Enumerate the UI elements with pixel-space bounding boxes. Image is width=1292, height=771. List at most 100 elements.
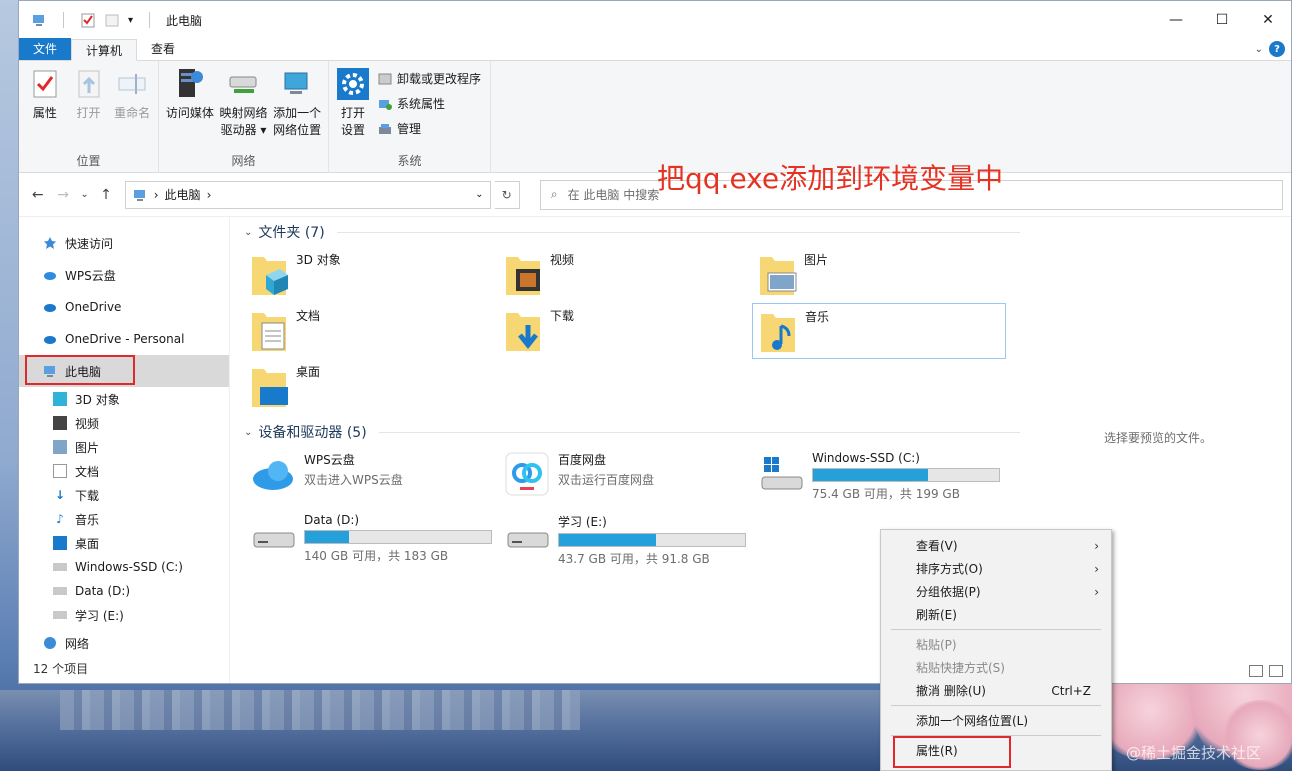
close-button[interactable]: ✕ — [1245, 1, 1291, 39]
nav-music[interactable]: ♪ 音乐 — [19, 507, 229, 531]
wps-cloud-icon — [253, 461, 293, 490]
folder-3d-objects[interactable]: 3D 对象 — [244, 247, 498, 303]
menu-label: 查看(V) — [916, 539, 958, 553]
collapse-ribbon-icon[interactable]: ⌄ — [1255, 44, 1263, 55]
folder-pictures[interactable]: 图片 — [752, 247, 1006, 303]
computer-icon — [133, 189, 145, 201]
red-highlight-properties — [893, 736, 1011, 768]
open-icon — [78, 70, 99, 98]
folder-music[interactable]: 音乐 — [752, 303, 1006, 359]
tab-computer[interactable]: 计算机 — [71, 39, 138, 61]
computer-icon[interactable] — [31, 12, 47, 28]
properties-button[interactable]: 属性 — [25, 67, 65, 122]
open-button[interactable]: 打开 — [69, 67, 109, 122]
nav-onedrive[interactable]: OneDrive — [19, 291, 229, 323]
uninstall-programs-button[interactable]: 卸载或更改程序 — [377, 69, 481, 88]
nav-label: 学习 (E:) — [75, 608, 124, 623]
device-baidu-netdisk[interactable]: 百度网盘 双击运行百度网盘 — [498, 447, 752, 509]
menu-item-group-by[interactable]: 分组依据(P) › — [881, 580, 1111, 603]
onedrive-cloud-icon — [44, 304, 56, 312]
maximize-button[interactable]: ☐ — [1199, 1, 1245, 39]
customize-toolbar-icon[interactable]: ▾ — [128, 15, 133, 26]
tab-file[interactable]: 文件 — [19, 38, 72, 60]
breadcrumb-this-pc[interactable]: 此电脑 — [165, 186, 201, 203]
breadcrumb-separator: › — [206, 187, 212, 202]
folder-desktop[interactable]: 桌面 — [244, 359, 498, 415]
folder-videos[interactable]: 视频 — [498, 247, 752, 303]
nav-drive-e[interactable]: 学习 (E:) — [19, 603, 229, 627]
nav-3d-objects[interactable]: 3D 对象 — [19, 387, 229, 411]
menu-separator — [891, 629, 1101, 630]
view-toggle — [1249, 665, 1283, 677]
menu-label: 添加一个网络位置(L) — [916, 714, 1029, 728]
system-properties-button[interactable]: 系统属性 — [377, 94, 481, 113]
drive-name: 学习 (E:) — [558, 515, 607, 529]
menu-item-view[interactable]: 查看(V) › — [881, 534, 1111, 557]
window-controls: — ☐ ✕ — [1153, 1, 1291, 39]
large-icons-view-icon[interactable] — [1269, 665, 1283, 677]
drive-free-space: 43.7 GB 可用，共 91.8 GB — [558, 552, 710, 566]
videos-folder-icon — [506, 257, 540, 295]
folder-label: 音乐 — [805, 310, 830, 324]
menu-label: 粘贴(P) — [916, 638, 957, 652]
new-folder-icon[interactable] — [104, 12, 120, 28]
nav-downloads[interactable]: ↓ 下载 — [19, 483, 229, 507]
picture-icon — [53, 440, 67, 454]
rename-button[interactable]: 重命名 — [112, 67, 152, 122]
refresh-button[interactable]: ↻ — [494, 180, 520, 209]
address-dropdown-icon[interactable]: ⌄ — [475, 189, 483, 200]
nav-drive-c[interactable]: Windows-SSD (C:) — [19, 555, 229, 579]
system-properties-icon — [379, 99, 392, 110]
nav-network[interactable]: 网络 — [19, 627, 229, 659]
address-bar[interactable]: › 此电脑 › ⌄ — [124, 180, 491, 209]
folder-label: 下载 — [550, 309, 575, 323]
recent-locations-button[interactable]: ⌄ — [78, 182, 92, 208]
nav-pictures[interactable]: 图片 — [19, 435, 229, 459]
add-network-location-button[interactable]: 添加一个 网络位置 — [272, 67, 322, 139]
manage-button[interactable]: 管理 — [377, 119, 481, 138]
open-settings-label: 打开 设置 — [340, 106, 365, 137]
nav-videos[interactable]: 视频 — [19, 411, 229, 435]
folders-section-header[interactable]: ⌄ 文件夹 (7) — [244, 217, 1020, 247]
tab-view[interactable]: 查看 — [137, 38, 189, 60]
title-bar: ▾ 此电脑 — ☐ ✕ — [19, 1, 1291, 39]
menu-item-refresh[interactable]: 刷新(E) — [881, 603, 1111, 626]
collapse-chevron-icon: ⌄ — [244, 426, 253, 438]
menu-shortcut: Ctrl+Z — [1051, 683, 1091, 698]
up-button[interactable]: ↑ — [95, 182, 116, 208]
drive-c[interactable]: Windows-SSD (C:) 75.4 GB 可用，共 199 GB — [752, 447, 1006, 509]
menu-item-paste-shortcut[interactable]: 粘贴快捷方式(S) — [881, 656, 1111, 679]
devices-section-header[interactable]: ⌄ 设备和驱动器 (5) — [244, 417, 1020, 447]
drive-e[interactable]: 学习 (E:) 43.7 GB 可用，共 91.8 GB — [498, 509, 752, 571]
drive-icon — [53, 563, 67, 571]
nav-documents[interactable]: 文档 — [19, 459, 229, 483]
nav-desktop[interactable]: 桌面 — [19, 531, 229, 555]
rename-label: 重命名 — [114, 106, 151, 120]
back-button[interactable]: ← — [27, 182, 48, 208]
desktop-icon — [53, 536, 67, 550]
menu-item-sort-by[interactable]: 排序方式(O) › — [881, 557, 1111, 580]
nav-onedrive-personal[interactable]: OneDrive - Personal — [19, 323, 229, 355]
menu-item-undo-delete[interactable]: 撤消 删除(U) Ctrl+Z — [881, 679, 1111, 702]
help-icon[interactable]: ? — [1269, 41, 1285, 57]
forward-button[interactable]: → — [52, 182, 73, 208]
folder-downloads[interactable]: 下载 — [498, 303, 752, 359]
map-network-drive-button[interactable]: 映射网络 驱动器 ▾ — [219, 67, 269, 139]
nav-quick-access[interactable]: 快速访问 — [19, 227, 229, 259]
context-menu: 查看(V) › 排序方式(O) › 分组依据(P) › 刷新(E) 粘贴(P) 粘贴快… — [880, 529, 1112, 771]
properties-icon[interactable] — [80, 12, 96, 28]
device-wps-cloud[interactable]: WPS云盘 双击进入WPS云盘 — [244, 447, 498, 509]
menu-item-add-network-location[interactable]: 添加一个网络位置(L) — [881, 709, 1111, 732]
folder-documents[interactable]: 文档 — [244, 303, 498, 359]
nav-drive-d[interactable]: Data (D:) — [19, 579, 229, 603]
section-title: 设备和驱动器 (5) — [258, 425, 367, 441]
nav-wps-cloud[interactable]: WPS云盘 — [19, 259, 229, 291]
menu-item-paste[interactable]: 粘贴(P) — [881, 633, 1111, 656]
details-view-icon[interactable] — [1249, 665, 1263, 677]
minimize-button[interactable]: — — [1153, 1, 1199, 39]
nav-label: 快速访问 — [65, 236, 114, 251]
navigation-bar: ← → ⌄ ↑ › 此电脑 › ⌄ ↻ ⌕ 在 此电脑 中搜索 — [19, 173, 1291, 217]
breadcrumb-separator: › — [153, 187, 159, 202]
access-media-button[interactable]: 访问媒体 — [165, 67, 215, 139]
drive-d[interactable]: Data (D:) 140 GB 可用，共 183 GB — [244, 509, 498, 571]
